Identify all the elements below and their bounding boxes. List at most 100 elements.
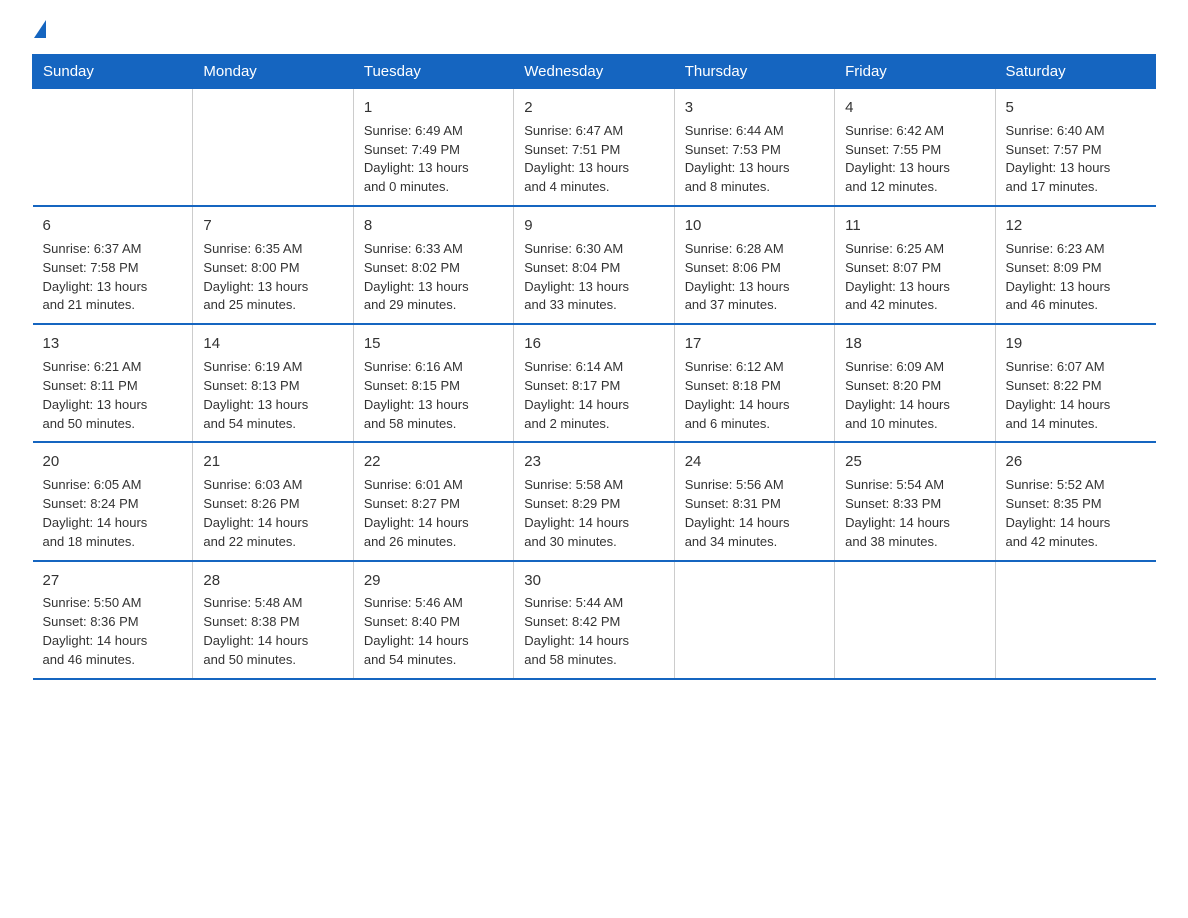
day-info: Sunrise: 6:05 AM Sunset: 8:24 PM Dayligh… xyxy=(43,476,183,551)
calendar-cell: 11 Sunrise: 6:25 AM Sunset: 8:07 PM Dayli… xyxy=(835,206,995,324)
calendar-cell xyxy=(193,89,353,207)
calendar-cell: 8Sunrise: 6:33 AM Sunset: 8:02 PM Daylig… xyxy=(353,206,513,324)
day-info: Sunrise: 5:48 AM Sunset: 8:38 PM Dayligh… xyxy=(203,594,342,669)
calendar-cell: 10 Sunrise: 6:28 AM Sunset: 8:06 PM Dayli… xyxy=(674,206,834,324)
calendar-week-row: 1Sunrise: 6:49 AM Sunset: 7:49 PM Daylig… xyxy=(33,89,1156,207)
calendar-cell: 30Sunrise: 5:44 AM Sunset: 8:42 PM Dayli… xyxy=(514,561,674,679)
day-info: Sunrise: 6:42 AM Sunset: 7:55 PM Dayligh… xyxy=(845,122,984,197)
calendar-cell: 2 Sunrise: 6:47 AM Sunset: 7:51 PM Daylig… xyxy=(514,89,674,207)
calendar-cell: 24Sunrise: 5:56 AM Sunset: 8:31 PM Dayli… xyxy=(674,442,834,560)
weekday-header-friday: Friday xyxy=(835,55,995,89)
calendar-cell: 20 Sunrise: 6:05 AM Sunset: 8:24 PM Dayli… xyxy=(33,442,193,560)
day-number: 26 xyxy=(1006,451,1146,473)
weekday-header-thursday: Thursday xyxy=(674,55,834,89)
day-info: Sunrise: 6:47 AM Sunset: 7:51 PM Dayligh… xyxy=(524,122,663,197)
calendar-cell: 5Sunrise: 6:40 AM Sunset: 7:57 PM Daylig… xyxy=(995,89,1155,207)
day-number: 5 xyxy=(1006,97,1146,119)
day-info: Sunrise: 5:50 AM Sunset: 8:36 PM Dayligh… xyxy=(43,594,183,669)
calendar-cell: 3 Sunrise: 6:44 AM Sunset: 7:53 PM Daylig… xyxy=(674,89,834,207)
calendar-cell xyxy=(33,89,193,207)
calendar-cell: 18 Sunrise: 6:09 AM Sunset: 8:20 PM Dayli… xyxy=(835,324,995,442)
day-info: Sunrise: 5:46 AM Sunset: 8:40 PM Dayligh… xyxy=(364,594,503,669)
day-number: 20 xyxy=(43,451,183,473)
day-info: Sunrise: 6:21 AM Sunset: 8:11 PM Dayligh… xyxy=(43,358,183,433)
calendar-cell xyxy=(674,561,834,679)
day-info: Sunrise: 6:16 AM Sunset: 8:15 PM Dayligh… xyxy=(364,358,503,433)
day-number: 9 xyxy=(524,215,663,237)
weekday-header-row: SundayMondayTuesdayWednesdayThursdayFrid… xyxy=(33,55,1156,89)
calendar-cell: 13 Sunrise: 6:21 AM Sunset: 8:11 PM Dayli… xyxy=(33,324,193,442)
day-info: Sunrise: 6:33 AM Sunset: 8:02 PM Dayligh… xyxy=(364,240,503,315)
day-number: 22 xyxy=(364,451,503,473)
day-info: Sunrise: 6:07 AM Sunset: 8:22 PM Dayligh… xyxy=(1006,358,1146,433)
calendar-cell xyxy=(835,561,995,679)
weekday-header-tuesday: Tuesday xyxy=(353,55,513,89)
day-number: 2 xyxy=(524,97,663,119)
day-info: Sunrise: 5:54 AM Sunset: 8:33 PM Dayligh… xyxy=(845,476,984,551)
day-number: 17 xyxy=(685,333,824,355)
day-number: 11 xyxy=(845,215,984,237)
calendar-cell: 16 Sunrise: 6:14 AM Sunset: 8:17 PM Dayli… xyxy=(514,324,674,442)
calendar-cell: 29Sunrise: 5:46 AM Sunset: 8:40 PM Dayli… xyxy=(353,561,513,679)
day-info: Sunrise: 6:09 AM Sunset: 8:20 PM Dayligh… xyxy=(845,358,984,433)
day-number: 3 xyxy=(685,97,824,119)
calendar-cell: 22 Sunrise: 6:01 AM Sunset: 8:27 PM Dayli… xyxy=(353,442,513,560)
calendar-cell: 28Sunrise: 5:48 AM Sunset: 8:38 PM Dayli… xyxy=(193,561,353,679)
day-number: 18 xyxy=(845,333,984,355)
calendar-cell: 17 Sunrise: 6:12 AM Sunset: 8:18 PM Dayli… xyxy=(674,324,834,442)
day-number: 30 xyxy=(524,570,663,592)
page-header xyxy=(32,24,1156,38)
day-info: Sunrise: 6:25 AM Sunset: 8:07 PM Dayligh… xyxy=(845,240,984,315)
calendar-cell: 15 Sunrise: 6:16 AM Sunset: 8:15 PM Dayli… xyxy=(353,324,513,442)
day-info: Sunrise: 6:35 AM Sunset: 8:00 PM Dayligh… xyxy=(203,240,342,315)
calendar-cell xyxy=(995,561,1155,679)
calendar-cell: 21Sunrise: 6:03 AM Sunset: 8:26 PM Dayli… xyxy=(193,442,353,560)
weekday-header-sunday: Sunday xyxy=(33,55,193,89)
logo xyxy=(32,24,46,38)
weekday-header-wednesday: Wednesday xyxy=(514,55,674,89)
day-number: 19 xyxy=(1006,333,1146,355)
day-info: Sunrise: 6:01 AM Sunset: 8:27 PM Dayligh… xyxy=(364,476,503,551)
calendar-cell: 19 Sunrise: 6:07 AM Sunset: 8:22 PM Dayli… xyxy=(995,324,1155,442)
day-info: Sunrise: 5:56 AM Sunset: 8:31 PM Dayligh… xyxy=(685,476,824,551)
day-info: Sunrise: 6:44 AM Sunset: 7:53 PM Dayligh… xyxy=(685,122,824,197)
logo-triangle-icon xyxy=(34,20,46,38)
day-number: 25 xyxy=(845,451,984,473)
calendar-cell: 23 Sunrise: 5:58 AM Sunset: 8:29 PM Dayli… xyxy=(514,442,674,560)
day-number: 4 xyxy=(845,97,984,119)
day-info: Sunrise: 6:12 AM Sunset: 8:18 PM Dayligh… xyxy=(685,358,824,433)
weekday-header-monday: Monday xyxy=(193,55,353,89)
day-number: 29 xyxy=(364,570,503,592)
day-number: 13 xyxy=(43,333,183,355)
calendar-cell: 27Sunrise: 5:50 AM Sunset: 8:36 PM Dayli… xyxy=(33,561,193,679)
day-info: Sunrise: 6:14 AM Sunset: 8:17 PM Dayligh… xyxy=(524,358,663,433)
day-number: 12 xyxy=(1006,215,1146,237)
day-info: Sunrise: 5:58 AM Sunset: 8:29 PM Dayligh… xyxy=(524,476,663,551)
calendar-cell: 1Sunrise: 6:49 AM Sunset: 7:49 PM Daylig… xyxy=(353,89,513,207)
calendar-cell: 25 Sunrise: 5:54 AM Sunset: 8:33 PM Dayli… xyxy=(835,442,995,560)
day-info: Sunrise: 6:23 AM Sunset: 8:09 PM Dayligh… xyxy=(1006,240,1146,315)
day-number: 16 xyxy=(524,333,663,355)
calendar-cell: 26Sunrise: 5:52 AM Sunset: 8:35 PM Dayli… xyxy=(995,442,1155,560)
day-info: Sunrise: 6:49 AM Sunset: 7:49 PM Dayligh… xyxy=(364,122,503,197)
day-info: Sunrise: 6:03 AM Sunset: 8:26 PM Dayligh… xyxy=(203,476,342,551)
calendar-week-row: 6 Sunrise: 6:37 AM Sunset: 7:58 PM Daylig… xyxy=(33,206,1156,324)
calendar-week-row: 27Sunrise: 5:50 AM Sunset: 8:36 PM Dayli… xyxy=(33,561,1156,679)
day-number: 14 xyxy=(203,333,342,355)
calendar-week-row: 13 Sunrise: 6:21 AM Sunset: 8:11 PM Dayli… xyxy=(33,324,1156,442)
day-number: 23 xyxy=(524,451,663,473)
day-number: 27 xyxy=(43,570,183,592)
day-number: 15 xyxy=(364,333,503,355)
calendar-cell: 14 Sunrise: 6:19 AM Sunset: 8:13 PM Dayli… xyxy=(193,324,353,442)
day-number: 6 xyxy=(43,215,183,237)
day-info: Sunrise: 6:37 AM Sunset: 7:58 PM Dayligh… xyxy=(43,240,183,315)
day-number: 7 xyxy=(203,215,342,237)
calendar-table: SundayMondayTuesdayWednesdayThursdayFrid… xyxy=(32,54,1156,680)
calendar-cell: 12 Sunrise: 6:23 AM Sunset: 8:09 PM Dayli… xyxy=(995,206,1155,324)
calendar-cell: 6 Sunrise: 6:37 AM Sunset: 7:58 PM Daylig… xyxy=(33,206,193,324)
day-info: Sunrise: 6:19 AM Sunset: 8:13 PM Dayligh… xyxy=(203,358,342,433)
calendar-week-row: 20 Sunrise: 6:05 AM Sunset: 8:24 PM Dayli… xyxy=(33,442,1156,560)
day-info: Sunrise: 5:44 AM Sunset: 8:42 PM Dayligh… xyxy=(524,594,663,669)
day-info: Sunrise: 6:28 AM Sunset: 8:06 PM Dayligh… xyxy=(685,240,824,315)
day-number: 10 xyxy=(685,215,824,237)
